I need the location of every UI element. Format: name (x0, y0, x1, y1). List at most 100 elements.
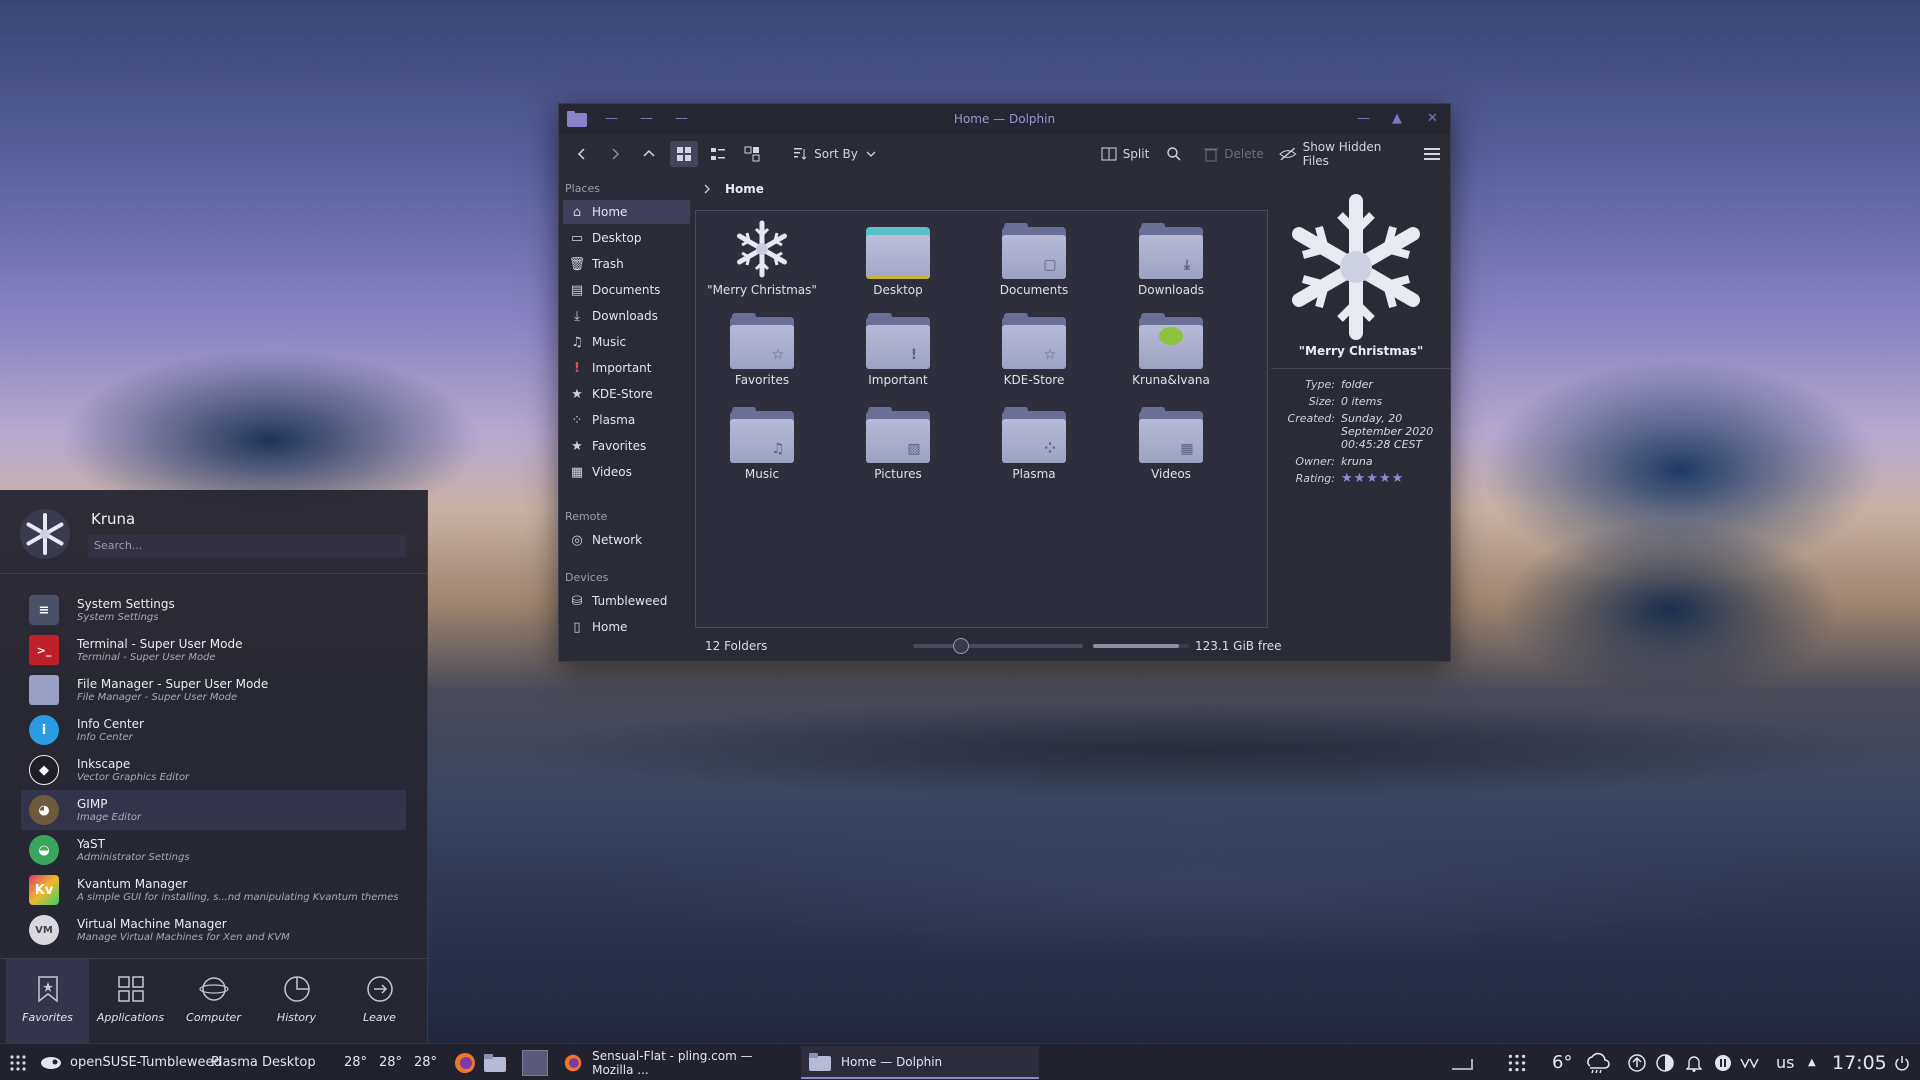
split-button[interactable]: Split (1097, 141, 1153, 167)
launcher-app-inkscape[interactable]: ◆ Inkscape Vector Graphics Editor (21, 750, 406, 790)
night-color-icon[interactable] (1656, 1044, 1674, 1080)
details-view-button[interactable] (738, 141, 766, 167)
temperature-1: 28° (344, 1055, 368, 1070)
places-item-home-device[interactable]: ▯ Home (563, 615, 690, 639)
tab-history[interactable]: History (255, 959, 338, 1044)
launcher-app-system-settings[interactable]: ≡ System Settings System Settings (21, 590, 406, 630)
chevron-right-icon (704, 184, 710, 194)
tab-leave[interactable]: Leave (338, 959, 421, 1044)
places-item-home[interactable]: ⌂ Home (563, 200, 690, 224)
launcher-app-kvantum[interactable]: Kv Kvantum Manager A simple GUI for instal… (21, 870, 406, 910)
up-button[interactable] (636, 141, 662, 167)
distro-label[interactable]: openSUSE-Tumbleweed (70, 1044, 222, 1080)
dolphin-launcher-icon[interactable] (484, 1044, 506, 1080)
file-item-downloads[interactable]: ⤓ Downloads (1106, 219, 1236, 309)
launcher-app-file-manager[interactable]: File Manager - Super User Mode File Manag… (21, 670, 406, 710)
tab-computer[interactable]: Computer (172, 959, 255, 1044)
pager-icon[interactable] (522, 1044, 548, 1080)
file-item-favorites[interactable]: ☆ Favorites (697, 313, 827, 403)
forward-button[interactable] (602, 141, 628, 167)
places-item-desktop[interactable]: ▭ Desktop (563, 226, 690, 250)
sort-by-button[interactable]: Sort By (789, 141, 879, 167)
file-item-videos[interactable]: ▦ Videos (1106, 407, 1236, 497)
close-button[interactable]: ✕ (1427, 111, 1438, 127)
weather-temperature[interactable]: 6° (1552, 1044, 1572, 1080)
updates-icon[interactable] (1628, 1044, 1646, 1080)
app-description: Terminal - Super User Mode (77, 652, 216, 663)
places-item-favorites[interactable]: ★ Favorites (563, 434, 690, 458)
videos-folder-icon: ▦ (1139, 407, 1203, 463)
opensuse-icon[interactable] (40, 1044, 62, 1080)
media-player-icon[interactable] (1714, 1044, 1732, 1080)
icons-view-button[interactable] (670, 141, 698, 167)
app-name: File Manager - Super User Mode (77, 677, 269, 691)
places-item-tumbleweed[interactable]: ⛁ Tumbleweed (563, 589, 690, 613)
places-item-downloads[interactable]: ⤓ Downloads (563, 304, 690, 328)
places-item-network[interactable]: ◎ Network (563, 528, 690, 552)
launcher-app-yast[interactable]: ◒ YaST Administrator Settings (21, 830, 406, 870)
search-button[interactable] (1161, 141, 1187, 167)
tab-applications[interactable]: Applications (89, 959, 172, 1044)
launcher-app-info-center[interactable]: i Info Center Info Center (21, 710, 406, 750)
delete-button[interactable]: Delete (1201, 141, 1267, 167)
menu-button[interactable] (1419, 141, 1445, 167)
launcher-app-virt-manager[interactable]: VM Virtual Machine Manager Manage Virtual … (21, 910, 406, 950)
places-item-label: Music (592, 335, 627, 349)
back-button[interactable] (569, 141, 595, 167)
keyboard-layout[interactable]: us (1776, 1044, 1794, 1080)
download-icon: ⤓ (574, 308, 580, 324)
tray-expand-icon[interactable]: ▲ (1808, 1044, 1816, 1080)
clock[interactable]: 17:05 (1832, 1044, 1887, 1080)
remote-heading: Remote (565, 510, 608, 523)
notifications-bell-icon[interactable] (1686, 1044, 1702, 1080)
power-icon[interactable] (1894, 1044, 1910, 1080)
desktop-label[interactable]: Plasma Desktop (211, 1044, 316, 1080)
file-item-plasma[interactable]: ⁘ Plasma (969, 407, 1099, 497)
places-item-music[interactable]: ♫ Music (563, 330, 690, 354)
breadcrumb[interactable]: Home (697, 182, 764, 196)
file-item-kruna-ivana[interactable]: Kruna&Ivana (1106, 313, 1236, 403)
maximize-button[interactable]: ▲ (1392, 111, 1402, 127)
launcher-app-terminal[interactable]: >_ Terminal - Super User Mode Terminal - S… (21, 630, 406, 670)
tab-favorites[interactable]: Favorites (6, 959, 89, 1044)
delete-label: Delete (1224, 147, 1264, 161)
file-item-important[interactable]: ! Important (833, 313, 963, 403)
apps-grid-icon (115, 973, 147, 1005)
weather-cloud-icon[interactable] (1584, 1044, 1610, 1080)
app-description: Image Editor (77, 812, 142, 823)
rating-stars[interactable]: ★★★★★ (1341, 472, 1451, 485)
file-item-music[interactable]: ♫ Music (697, 407, 827, 497)
task-dolphin[interactable]: Home — Dolphin (801, 1046, 1039, 1079)
minimize-button[interactable]: — (1357, 111, 1370, 127)
window-titlebar[interactable]: — — — Home — Dolphin — ▲ ✕ (559, 104, 1450, 134)
breadcrumb-home[interactable]: Home (725, 182, 764, 196)
places-item-plasma[interactable]: ⁘ Plasma (563, 408, 690, 432)
places-item-documents[interactable]: ▤ Documents (563, 278, 690, 302)
compact-view-button[interactable] (704, 141, 732, 167)
user-avatar[interactable] (20, 509, 70, 559)
task-firefox[interactable]: Sensual-Flat - pling.com — Mozilla ... (556, 1046, 792, 1079)
file-item-merry-christmas[interactable]: "Merry Christmas" (697, 219, 827, 309)
places-item-kde-store[interactable]: ★ KDE-Store (563, 382, 690, 406)
document-icon: ▤ (570, 282, 584, 298)
launcher-app-gimp[interactable]: ◕ GIMP Image Editor (21, 790, 406, 830)
file-item-desktop[interactable]: Desktop (833, 219, 963, 309)
places-item-trash[interactable]: 🗑 Trash (563, 252, 690, 276)
app-name: GIMP (77, 797, 108, 811)
firefox-launcher-icon[interactable] (454, 1044, 476, 1080)
show-hidden-files-button[interactable]: Show Hidden Files (1279, 140, 1409, 168)
zoom-slider[interactable] (913, 638, 1083, 654)
home-icon: ⌂ (572, 204, 582, 220)
launcher-search-input[interactable]: Search... (88, 535, 406, 557)
volume-icon[interactable] (1740, 1044, 1760, 1080)
launcher-button[interactable] (8, 1044, 28, 1080)
places-item-videos[interactable]: ▦ Videos (563, 460, 690, 484)
file-item-documents[interactable]: ▢ Documents (969, 219, 1099, 309)
file-item-kde-store[interactable]: ☆ KDE-Store (969, 313, 1099, 403)
file-view[interactable]: "Merry Christmas" Desktop ▢ Documents ⤓ … (695, 210, 1268, 628)
places-item-label: KDE-Store (592, 387, 653, 401)
zoom-slider-handle[interactable] (952, 638, 969, 654)
file-item-pictures[interactable]: ▨ Pictures (833, 407, 963, 497)
places-item-important[interactable]: ! Important (563, 356, 690, 380)
system-monitor-icon[interactable] (1506, 1044, 1528, 1080)
